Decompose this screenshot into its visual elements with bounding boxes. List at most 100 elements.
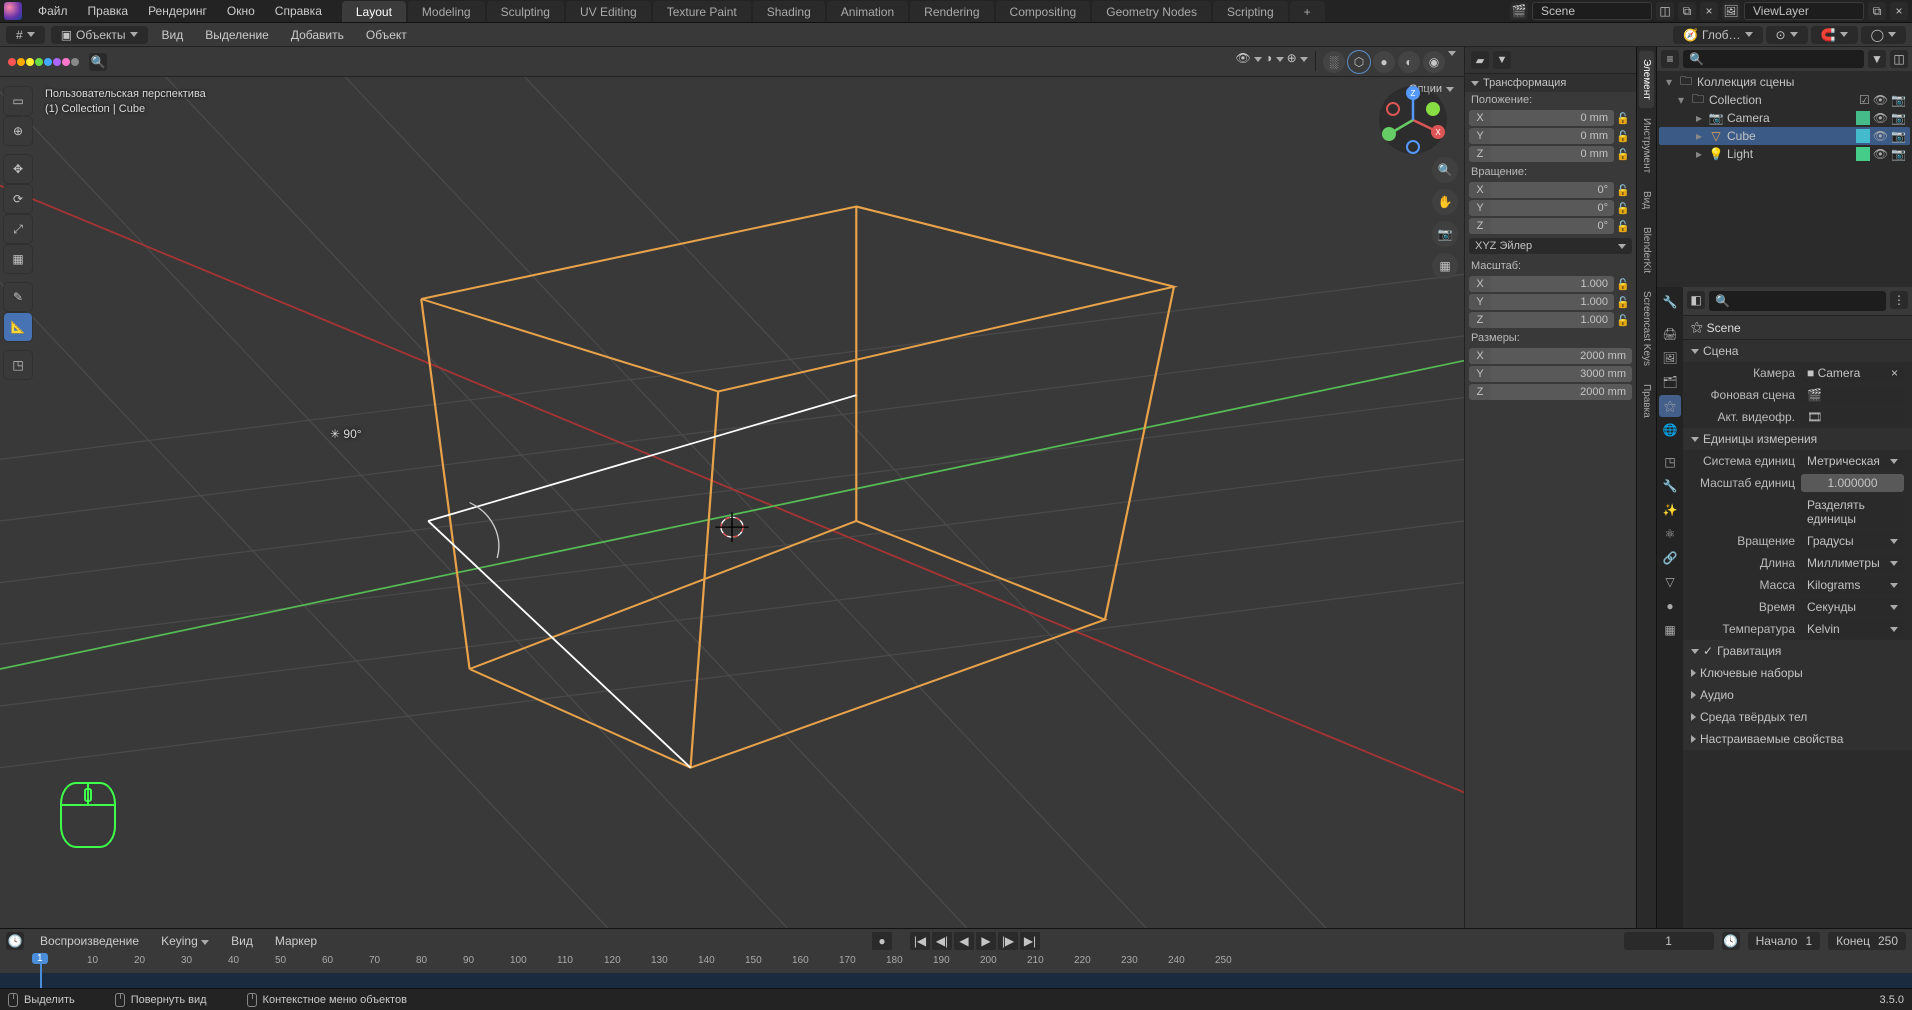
timeline-menu-view[interactable]: Вид bbox=[225, 932, 259, 950]
shading-solid-button[interactable]: ● bbox=[1373, 51, 1395, 73]
tool-annotate[interactable]: ✎ bbox=[4, 283, 32, 311]
use-preview-range-button[interactable]: 🕓 bbox=[1722, 932, 1740, 950]
gravity-checkbox[interactable]: ✓ bbox=[1703, 644, 1713, 658]
tab-add[interactable]: + bbox=[1290, 1, 1325, 22]
editor-type-dropdown[interactable]: # bbox=[6, 26, 45, 44]
play-button[interactable]: ▶ bbox=[976, 932, 996, 950]
eye-icon[interactable]: 👁 bbox=[1873, 93, 1888, 107]
shading-matpreview-button[interactable]: ◐ bbox=[1398, 51, 1420, 73]
proptab-physics[interactable]: ⚛ bbox=[1659, 523, 1681, 545]
eye-icon[interactable]: 👁 bbox=[1873, 147, 1888, 161]
activeclip-field[interactable]: 🎞 bbox=[1801, 408, 1904, 426]
scene-browse-icon[interactable]: 🎬 bbox=[1510, 2, 1528, 20]
section-audio[interactable]: Аудио bbox=[1683, 684, 1912, 706]
pan-viewport-button[interactable]: ✋ bbox=[1432, 189, 1458, 215]
lock-icon[interactable]: 🔓 bbox=[1614, 148, 1632, 161]
props-editor-type-icon[interactable]: ◧ bbox=[1687, 291, 1705, 309]
timeline-ruler[interactable]: 1 10203040506070809010011012013014015016… bbox=[0, 953, 1912, 988]
tool-rotate[interactable]: ⟳ bbox=[4, 185, 32, 213]
section-rigidbody[interactable]: Среда твёрдых тел bbox=[1683, 706, 1912, 728]
props-breadcrumb[interactable]: ⚝Scene bbox=[1683, 316, 1912, 340]
checkbox-icon[interactable]: ☑ bbox=[1859, 93, 1870, 107]
tab-animation[interactable]: Animation bbox=[827, 1, 908, 22]
jump-next-key-button[interactable]: |▶ bbox=[998, 932, 1018, 950]
camera-restrict-icon[interactable]: 📷 bbox=[1891, 147, 1906, 161]
frame-start-field[interactable]: Начало1 bbox=[1748, 932, 1821, 950]
outliner-scene-collection[interactable]: ▾🗀 Коллекция сцены bbox=[1659, 73, 1910, 91]
scene-delete-button[interactable]: × bbox=[1700, 2, 1718, 20]
viewlayer-name-field[interactable]: ViewLayer bbox=[1744, 2, 1864, 20]
funnel-icon[interactable]: ▼ bbox=[1493, 51, 1511, 69]
menu-object[interactable]: Объект bbox=[358, 25, 415, 45]
outliner-item-camera[interactable]: ▸📷 Camera 👁📷 bbox=[1659, 109, 1910, 127]
transform-orientation-dropdown[interactable]: 🧭 Глоб… bbox=[1673, 26, 1762, 44]
tab-scripting[interactable]: Scripting bbox=[1213, 1, 1288, 22]
npanel-tab-view[interactable]: Вид bbox=[1639, 183, 1654, 217]
scene-new-button[interactable]: ◫ bbox=[1656, 2, 1674, 20]
tab-layout[interactable]: Layout bbox=[342, 1, 406, 22]
camera-view-button[interactable]: 📷 bbox=[1432, 221, 1458, 247]
proptab-scene[interactable]: ⚝ bbox=[1659, 395, 1681, 417]
rotation-unit-dropdown[interactable]: Градусы bbox=[1801, 532, 1904, 550]
tab-modeling[interactable]: Modeling bbox=[408, 1, 485, 22]
tab-compositing[interactable]: Compositing bbox=[996, 1, 1091, 22]
proptab-viewlayer[interactable]: 🗂 bbox=[1659, 371, 1681, 393]
proptab-output[interactable]: 🖼 bbox=[1659, 347, 1681, 369]
menu-file[interactable]: Файл bbox=[28, 1, 78, 21]
section-keysets[interactable]: Ключевые наборы bbox=[1683, 662, 1912, 684]
tab-geometrynodes[interactable]: Geometry Nodes bbox=[1092, 1, 1211, 22]
jump-prev-key-button[interactable]: ◀| bbox=[932, 932, 952, 950]
section-customprops[interactable]: Настраиваемые свойства bbox=[1683, 728, 1912, 750]
play-reverse-button[interactable]: ◀ bbox=[954, 932, 974, 950]
tab-rendering[interactable]: Rendering bbox=[910, 1, 993, 22]
camera-restrict-icon[interactable]: 📷 bbox=[1891, 111, 1906, 125]
pivot-point-dropdown[interactable]: ⊙ bbox=[1766, 26, 1808, 44]
eye-icon[interactable]: 👁 bbox=[1873, 129, 1888, 143]
current-frame-field[interactable]: 1 bbox=[1624, 932, 1714, 950]
overlays-dropdown[interactable]: ⊕ bbox=[1287, 51, 1308, 73]
dim-z-field[interactable]: 2000 mm bbox=[1491, 384, 1632, 400]
shading-rendered-button[interactable]: ◉ bbox=[1423, 51, 1445, 73]
npanel-tab-blenderkit[interactable]: BlenderKit bbox=[1639, 219, 1654, 281]
npanel-tab-edit[interactable]: Правка bbox=[1639, 376, 1654, 426]
timeline-menu-playback[interactable]: Воспроизведение bbox=[34, 932, 145, 950]
loc-z-field[interactable]: 0 mm bbox=[1491, 146, 1614, 162]
zoom-viewport-button[interactable]: 🔍 bbox=[1432, 157, 1458, 183]
proptab-material[interactable]: ● bbox=[1659, 595, 1681, 617]
close-icon[interactable]: × bbox=[1891, 366, 1898, 380]
tool-cursor[interactable]: ⊕ bbox=[4, 117, 32, 145]
loc-y-field[interactable]: 0 mm bbox=[1491, 128, 1614, 144]
select-filter-icon[interactable]: ▰ bbox=[1471, 51, 1489, 69]
proptab-constraints[interactable]: 🔗 bbox=[1659, 547, 1681, 569]
lock-icon[interactable]: 🔓 bbox=[1614, 112, 1632, 125]
proptab-render[interactable]: 🖨 bbox=[1659, 323, 1681, 345]
lock-icon[interactable]: 🔓 bbox=[1614, 202, 1632, 215]
menu-window[interactable]: Окно bbox=[217, 1, 265, 21]
npanel-tab-item[interactable]: Элемент bbox=[1639, 51, 1654, 108]
outliner-search-input[interactable]: 🔍 bbox=[1683, 50, 1864, 68]
tool-transform[interactable]: ▦ bbox=[4, 245, 32, 273]
viewlayer-delete-button[interactable]: × bbox=[1890, 2, 1908, 20]
timeline-menu-keying[interactable]: Keying bbox=[155, 932, 215, 950]
proptab-world[interactable]: 🌐 bbox=[1659, 419, 1681, 441]
rot-x-field[interactable]: 0° bbox=[1491, 182, 1614, 198]
menu-edit[interactable]: Правка bbox=[78, 1, 139, 21]
interaction-mode-dropdown[interactable]: ▣ Объекты bbox=[51, 26, 148, 44]
menu-view[interactable]: Вид bbox=[154, 25, 192, 45]
lock-icon[interactable]: 🔓 bbox=[1614, 220, 1632, 233]
search-icon[interactable]: 🔍 bbox=[89, 53, 107, 71]
section-scene[interactable]: Сцена bbox=[1683, 340, 1912, 362]
lock-icon[interactable]: 🔓 bbox=[1614, 184, 1632, 197]
section-gravity[interactable]: ✓Гравитация bbox=[1683, 640, 1912, 662]
scale-x-field[interactable]: 1.000 bbox=[1491, 276, 1614, 292]
menu-render[interactable]: Рендеринг bbox=[138, 1, 217, 21]
tool-move[interactable]: ✥ bbox=[4, 155, 32, 183]
proptab-data[interactable]: ▽ bbox=[1659, 571, 1681, 593]
jump-start-button[interactable]: |◀ bbox=[910, 932, 930, 950]
proptab-tool[interactable]: 🔧 bbox=[1659, 291, 1681, 313]
jump-end-button[interactable]: ▶| bbox=[1020, 932, 1040, 950]
scene-copy-button[interactable]: ⧉ bbox=[1678, 2, 1696, 20]
section-units[interactable]: Единицы измерения bbox=[1683, 428, 1912, 450]
proptab-modifiers[interactable]: 🔧 bbox=[1659, 475, 1681, 497]
temperature-unit-dropdown[interactable]: Kelvin bbox=[1801, 620, 1904, 638]
